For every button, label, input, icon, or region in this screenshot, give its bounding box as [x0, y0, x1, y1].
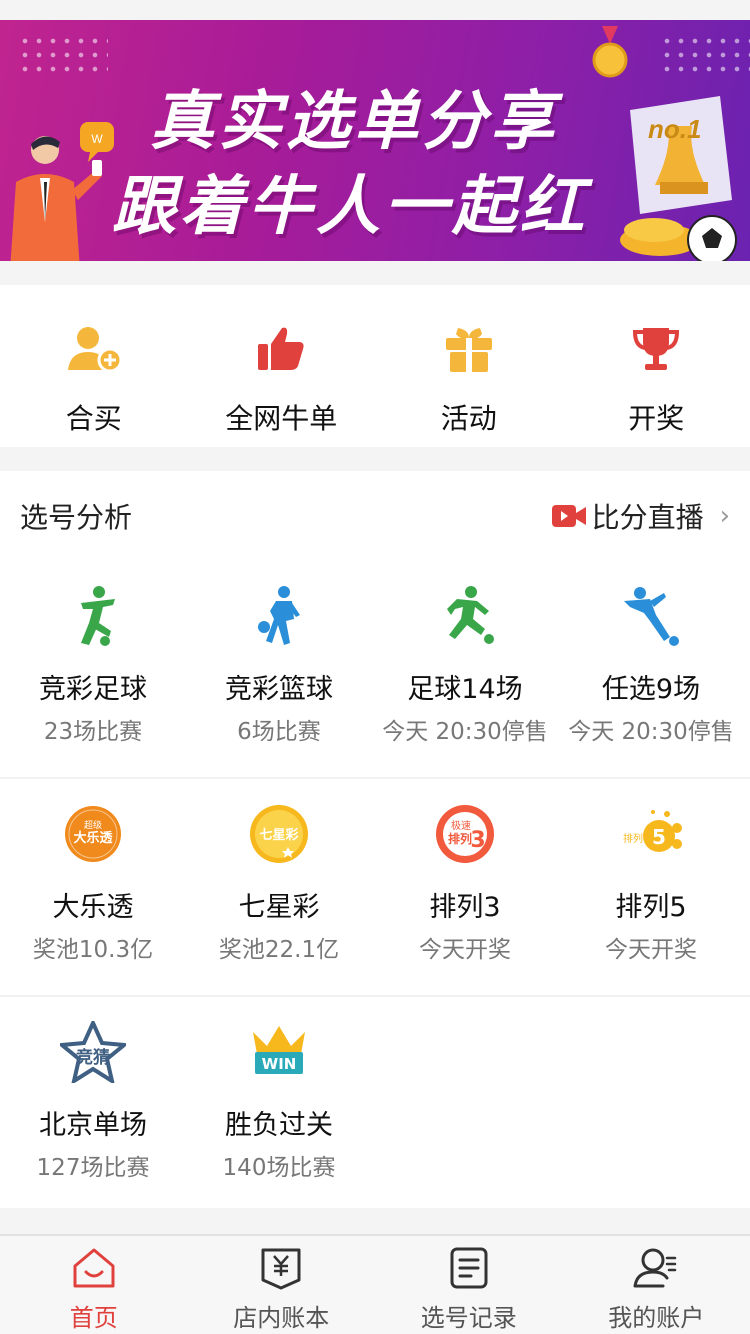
game-row: 超级 大乐透 大乐透 奖池10.3亿 七星彩 七星彩 奖池22.1亿 极速 排列… [0, 779, 750, 997]
video-camera-icon [551, 505, 586, 527]
tab-label: 店内账本 [233, 1304, 330, 1332]
banner-headline: 真实选单分享 [150, 85, 558, 159]
quick-item-hemai[interactable]: 合买 [0, 285, 188, 447]
game-subtext: 今天 20:30停售 [382, 719, 548, 745]
game-name: 竞彩篮球 [225, 674, 333, 705]
win-crown-icon: WIN [246, 1019, 312, 1085]
no1-badge: no.1 [648, 114, 701, 144]
tab-home[interactable]: 首页 [0, 1236, 188, 1334]
quick-item-label: 全网牛单 [225, 402, 338, 435]
game-row: 竞猜 北京单场 127场比赛 WIN 胜负过关 140场比赛 [0, 997, 750, 1215]
soccer-player-icon [60, 583, 126, 649]
game-name: 胜负过关 [225, 1110, 333, 1141]
tab-label: 首页 [69, 1304, 118, 1332]
tab-label: 选号记录 [420, 1304, 517, 1332]
svg-text:超级: 超级 [84, 819, 102, 831]
game-jingcai-football[interactable]: 竞彩足球 23场比赛 [0, 561, 186, 777]
bottom-tab-bar: 首页 店内账本 选号记录 我的账户 [0, 1234, 750, 1334]
trophy-icon [626, 319, 686, 379]
svg-text:排列: 排列 [623, 832, 643, 845]
svg-text:5: 5 [652, 825, 666, 849]
svg-text:W: W [91, 132, 103, 146]
game-pailie3[interactable]: 极速 排列 3 排列3 今天开奖 [372, 779, 558, 995]
game-name: 竞彩足球 [39, 674, 147, 705]
tab-records[interactable]: 选号记录 [375, 1236, 563, 1334]
game-subtext: 奖池22.1亿 [218, 937, 340, 963]
quick-menu: 合买 全网牛单 活动 开奖 [0, 285, 750, 447]
game-name: 北京单场 [39, 1110, 147, 1141]
svg-text:no.1: no.1 [648, 114, 701, 144]
chevron-right-icon: › [719, 501, 730, 531]
tab-label: 我的账户 [608, 1304, 705, 1332]
quick-item-quanwang[interactable]: 全网牛单 [188, 285, 376, 447]
thumbs-up-icon [251, 319, 311, 379]
game-qixingcai[interactable]: 七星彩 七星彩 奖池22.1亿 [186, 779, 372, 995]
game-subtext: 140场比赛 [222, 1155, 336, 1181]
home-icon [70, 1244, 118, 1292]
quick-item-label: 活动 [440, 402, 497, 435]
game-pailie5[interactable]: 5 排列 排列5 今天开奖 [558, 779, 744, 995]
game-name: 排列3 [429, 892, 501, 923]
game-daletou[interactable]: 超级 大乐透 大乐透 奖池10.3亿 [0, 779, 186, 995]
game-name: 足球14场 [407, 674, 523, 705]
medal-icon [592, 26, 628, 78]
svg-text:七星彩: 七星彩 [259, 827, 298, 843]
add-user-icon [64, 319, 124, 379]
svg-text:WIN: WIN [262, 1055, 297, 1073]
svg-text:极速: 极速 [451, 819, 471, 832]
game-name: 任选9场 [601, 674, 701, 705]
game-name: 排列5 [615, 892, 687, 923]
analysis-header: 选号分析 比分直播 › [0, 471, 750, 561]
gift-icon [439, 319, 499, 379]
svg-text:竞猜: 竞猜 [76, 1047, 110, 1068]
record-icon [445, 1244, 493, 1292]
pailie5-logo-icon: 5 排列 [618, 801, 684, 867]
game-subtext: 今天开奖 [605, 937, 697, 963]
tab-account[interactable]: 我的账户 [563, 1236, 750, 1334]
qixingcai-logo-icon: 七星彩 [246, 801, 312, 867]
game-shengfu-guoguan[interactable]: WIN 胜负过关 140场比赛 [186, 997, 372, 1215]
game-subtext: 127场比赛 [36, 1155, 150, 1181]
quick-item-kaijiang[interactable]: 开奖 [563, 285, 750, 447]
game-renxuan-9[interactable]: 任选9场 今天 20:30停售 [558, 561, 744, 777]
sliding-tackle-icon [618, 583, 684, 649]
svg-text:3: 3 [470, 828, 485, 853]
basketball-player-icon [246, 583, 312, 649]
game-subtext: 6场比赛 [237, 719, 321, 745]
game-row: 竞彩足球 23场比赛 竞彩篮球 6场比赛 足球14场 今天 20:30停售 任选… [0, 561, 750, 779]
section-title: 选号分析 [20, 501, 133, 534]
ledger-icon [257, 1244, 305, 1292]
svg-text:大乐透: 大乐透 [73, 830, 112, 846]
live-score-label: 比分直播 [591, 501, 704, 534]
tab-ledger[interactable]: 店内账本 [188, 1236, 376, 1334]
daletou-logo-icon: 超级 大乐透 [60, 801, 126, 867]
analysis-section: 选号分析 比分直播 › 竞彩足球 23场比赛 竞彩篮球 6场比赛 足球14场 今… [0, 471, 750, 1208]
promo-banner[interactable]: W 真实选单分享 跟着牛人一起红 no.1 [0, 20, 750, 261]
account-icon [632, 1244, 680, 1292]
live-score-link[interactable]: 比分直播 › [551, 496, 730, 536]
game-name: 七星彩 [238, 892, 320, 923]
game-subtext: 23场比赛 [43, 719, 143, 745]
game-name: 大乐透 [52, 892, 134, 923]
game-jingcai-basketball[interactable]: 竞彩篮球 6场比赛 [186, 561, 372, 777]
quick-item-label: 开奖 [628, 402, 685, 435]
game-subtext: 奖池10.3亿 [32, 937, 154, 963]
banner-dots-decoration [18, 34, 108, 74]
game-beijing-danchang[interactable]: 竞猜 北京单场 127场比赛 [0, 997, 186, 1215]
pailie3-logo-icon: 极速 排列 3 [432, 801, 498, 867]
jingcai-star-icon: 竞猜 [60, 1019, 126, 1085]
running-kick-icon [432, 583, 498, 649]
game-football-14[interactable]: 足球14场 今天 20:30停售 [372, 561, 558, 777]
banner-subline: 跟着牛人一起红 [112, 170, 588, 244]
quick-item-label: 合买 [65, 402, 122, 435]
quick-item-huodong[interactable]: 活动 [375, 285, 563, 447]
banner-dots-decoration [660, 34, 750, 74]
game-subtext: 今天 20:30停售 [568, 719, 734, 745]
svg-text:排列: 排列 [448, 831, 472, 846]
game-subtext: 今天开奖 [419, 937, 511, 963]
